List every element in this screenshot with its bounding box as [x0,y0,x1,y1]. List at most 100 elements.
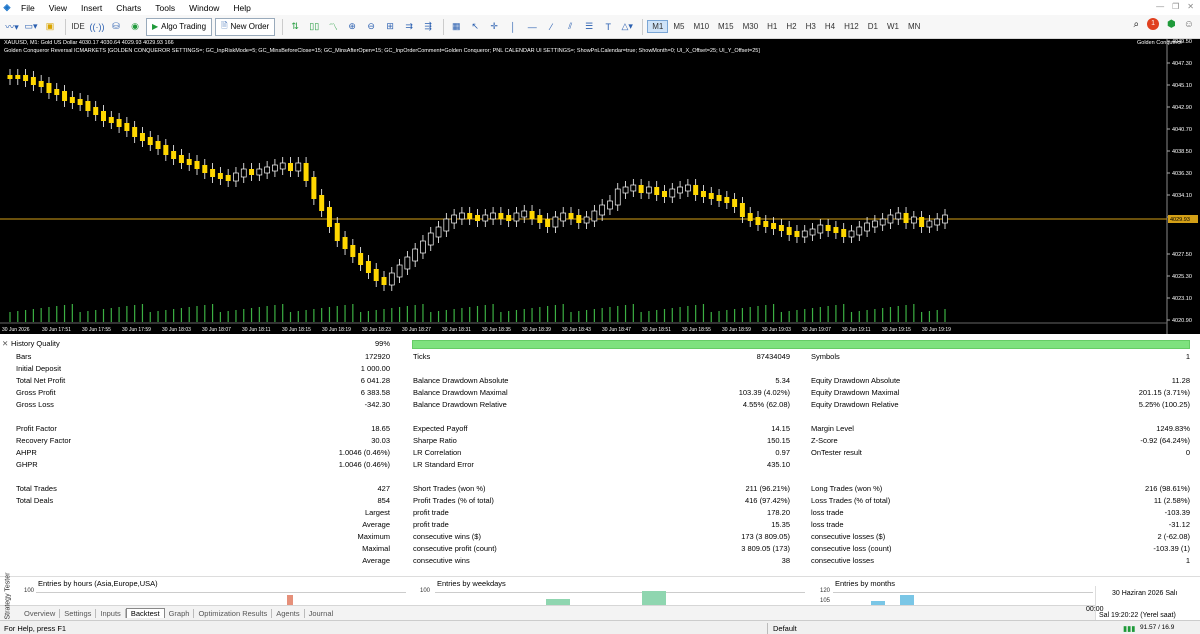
candle-body [817,224,824,234]
candle-body [186,159,192,165]
candle-body [763,221,769,227]
timeframe-mn[interactable]: MN [904,21,924,32]
timeframe-h1[interactable]: H1 [763,21,781,32]
report-value: 211 (96.21%) [745,484,790,493]
tab-overview[interactable]: Overview [20,608,61,618]
chart-shift-icon[interactable]: ⇶ [420,18,436,36]
cursor-icon[interactable]: ↖ [467,18,483,36]
grid-icon[interactable]: ⊞ [382,18,398,36]
candle-body [841,229,847,237]
report-value: -103.39 (1) [1153,544,1190,553]
entries-histograms: Entries by hours (Asia,Europe,USA) 100 E… [0,576,1200,607]
candle-body [926,220,933,228]
candle-body [662,191,667,197]
horizontal-line-icon[interactable]: — [524,18,540,36]
profiles-icon[interactable]: ▣ [42,18,58,36]
shapes-icon[interactable]: △▾ [619,18,635,36]
signal-icon[interactable]: ((·)) [89,18,105,36]
timeframe-h12[interactable]: H12 [840,21,863,32]
report-value: 6 383.58 [360,388,390,397]
trendline-icon[interactable]: ⁄ [543,18,559,36]
new-chart-icon[interactable]: ▭▾ [23,18,39,36]
timeframe-m30[interactable]: M30 [739,21,763,32]
months-histogram-title: Entries by months [835,579,896,588]
candle-body [864,222,870,232]
connection-icon[interactable]: ▮▮▮ [1123,624,1135,633]
report-label: Total Net Profit [16,376,66,385]
tab-inputs[interactable]: Inputs [96,608,126,618]
candle-body [23,75,29,81]
strategy-tester-side-label[interactable]: Strategy Tester [0,560,12,620]
candle-body [552,216,559,228]
algo-trading-button[interactable]: ▶ Algo Trading [146,17,213,36]
zoom-out-icon[interactable]: ⊖ [363,18,379,36]
menu-insert[interactable]: Insert [74,3,109,13]
candle-body [108,117,114,123]
tab-agents[interactable]: Agents [272,608,305,618]
time-tick-label: 30 Jun 18:43 [562,327,591,333]
fibo-icon[interactable]: ☰ [581,18,597,36]
close-panel-icon[interactable]: ✕ [2,339,11,348]
minimize-icon[interactable]: — [1156,2,1164,11]
search-icon[interactable]: ⌕ [1133,19,1139,30]
menu-file[interactable]: File [14,3,42,13]
weekdays-axis-label: 100 [420,588,431,594]
candle-body [38,81,44,87]
tab-optimization-results[interactable]: Optimization Results [194,608,273,618]
tab-journal[interactable]: Journal [305,609,338,618]
account-icon[interactable]: ☺ [1184,19,1194,30]
menu-tools[interactable]: Tools [148,3,182,13]
timeframe-h3[interactable]: H3 [802,21,820,32]
autoscroll-icon[interactable]: ⇉ [401,18,417,36]
new-order-button[interactable]: 🗎 New Order [215,17,276,36]
timeframe-d1[interactable]: D1 [864,21,882,32]
community-icon[interactable]: ⬢ [1167,19,1176,30]
vertical-line-icon[interactable]: │ [505,18,521,36]
menu-charts[interactable]: Charts [109,3,148,13]
timeframe-m5[interactable]: M5 [669,21,688,32]
candles-icon[interactable]: ▯▯ [306,18,322,36]
candle-body [443,218,450,232]
timeframe-m1[interactable]: M1 [647,20,669,33]
text-icon[interactable]: T [600,18,616,36]
timeframe-w1[interactable]: W1 [883,21,903,32]
timeframe-m10[interactable]: M10 [689,21,713,32]
crosshair-icon[interactable]: ✛ [486,18,502,36]
menu-view[interactable]: View [42,3,74,13]
market-icon[interactable]: ⛁ [108,18,124,36]
profile-name[interactable]: Default [773,624,797,633]
tab-settings[interactable]: Settings [60,608,97,618]
report-label: Loss Trades (% of total) [811,496,891,505]
tab-backtest[interactable]: Backtest [125,608,165,618]
ide-button[interactable]: IDE [70,18,86,36]
screenshot-icon[interactable]: ▦ [448,18,464,36]
restore-icon[interactable]: ❐ [1172,2,1179,11]
close-icon[interactable]: ✕ [1187,2,1194,11]
timeframe-h2[interactable]: H2 [782,21,800,32]
zoom-in-icon[interactable]: ⊕ [344,18,360,36]
report-label: Symbols [811,352,840,361]
channel-icon[interactable]: ⫽ [562,18,578,36]
timeframe-m15[interactable]: M15 [714,21,738,32]
menu-window[interactable]: Window [182,3,226,13]
report-label: Gross Loss [16,400,54,409]
candle-body [7,75,13,79]
ea-name-label[interactable]: Golden Conqueror [1137,40,1182,46]
timeframe-h4[interactable]: H4 [821,21,839,32]
chart-type-icon[interactable]: 〰▾ [4,18,20,36]
line-chart-icon[interactable]: 〽 [325,18,341,36]
candle-body [856,226,863,236]
chart-canvas[interactable]: 4049.504047.304045.104042.904040.704038.… [0,39,1200,334]
price-chart[interactable]: 4049.50 4047.30 4045.10 4042.90 4040.70 4038.… [0,39,1200,334]
vps-icon[interactable]: ◉ [127,18,143,36]
report-label: Short Trades (won %) [413,484,486,493]
notifications-icon[interactable]: 1 [1147,18,1160,30]
menu-help[interactable]: Help [226,3,257,13]
candle-body [724,197,730,203]
tab-graph[interactable]: Graph [165,608,195,618]
time-tick-label: 30 Jun 18:39 [522,327,551,333]
candle-body [583,216,590,224]
candle-body [513,212,520,222]
time-tick-label: 30 Jun 2026 [2,327,30,333]
bar-chart-icon[interactable]: ⇅ [287,18,303,36]
